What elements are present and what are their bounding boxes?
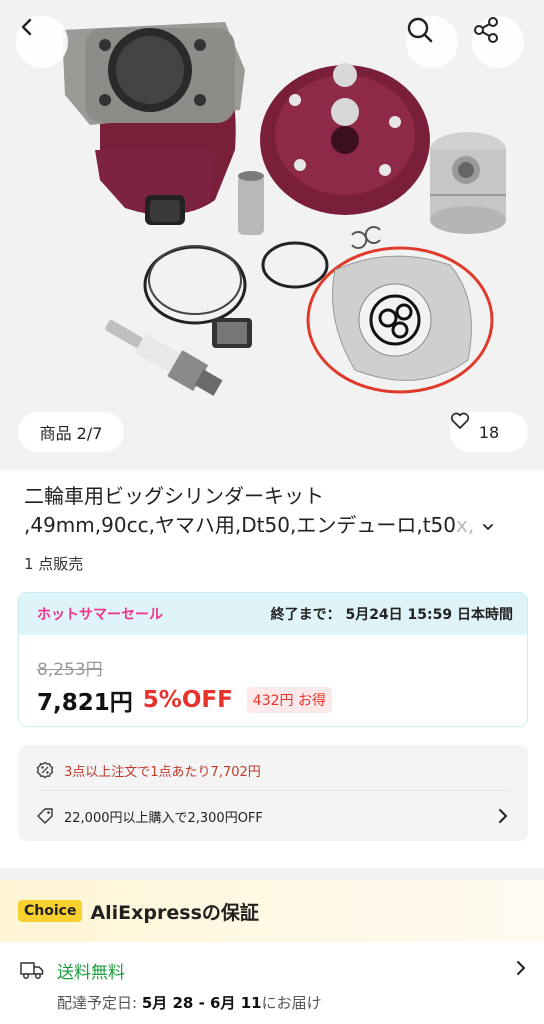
product-image-gallery[interactable]: 商品 2/7 18: [0, 0, 544, 470]
product-title[interactable]: 二輪車用ビッグシリンダーキット ,49mm,90cc,ヤマハ用,Dt50,エンデ…: [24, 482, 524, 540]
delivery-date-range: 5月 28 - 6月 11: [141, 994, 262, 1012]
coupon-box[interactable]: 3点以上注文で1点あたり7,702円 22,000円以上購入で2,300円OFF: [18, 745, 528, 841]
share-button[interactable]: [472, 16, 524, 68]
delivery-suffix: にお届け: [261, 994, 322, 1012]
delivery-prefix: 配達予定日:: [57, 994, 142, 1012]
tag-icon: [37, 808, 53, 824]
chevron-right-icon: [517, 961, 525, 975]
free-shipping-label: 送料無料: [57, 963, 125, 983]
guarantee-header: Choice AliExpressの保証: [0, 880, 544, 942]
price-row: 7,821円 5%OFF 432円 お得: [37, 683, 332, 717]
image-counter: 商品 2/7: [18, 412, 124, 452]
back-button[interactable]: [16, 16, 68, 68]
sale-price-box: ホットサマーセール 終了まで： 5月24日 15:59 日本時間 8,253円 …: [18, 592, 528, 727]
current-price: 7,821円: [37, 690, 133, 716]
threshold-coupon-row[interactable]: 22,000円以上購入で2,300円OFF: [18, 805, 528, 827]
product-photo: [62, 22, 506, 396]
gasket-set-part: [306, 246, 494, 394]
guarantee-title: AliExpressの保証: [90, 901, 259, 924]
shipping-row[interactable]: 送料無料 配達予定日: 5月 28 - 6月 11にお届け: [0, 948, 544, 1024]
original-price: 8,253円: [37, 660, 103, 680]
section-separator: [0, 868, 544, 880]
sale-countdown: 終了まで： 5月24日 15:59 日本時間: [270, 607, 513, 623]
cylinder-part: [62, 22, 245, 225]
bulk-discount-text: 3点以上注文で1点あたり7,702円: [64, 764, 261, 780]
bulk-discount-row: 3点以上注文で1点あたり7,702円: [18, 759, 528, 781]
product-title-line2: ,49mm,90cc,ヤマハ用,Dt50,エンデューロ,t50: [24, 513, 456, 537]
image-counter-text: 商品 2/7: [39, 424, 103, 443]
search-icon: [407, 17, 433, 43]
delivery-estimate: 配達予定日: 5月 28 - 6月 11にお届け: [57, 992, 322, 1013]
needle-bearing-part: [212, 318, 252, 348]
savings-badge: 432円 お得: [246, 687, 332, 713]
heart-icon: [450, 412, 470, 429]
coupon-divider: [38, 790, 510, 791]
threshold-coupon-text: 22,000円以上購入で2,300円OFF: [64, 810, 263, 826]
share-icon: [474, 17, 498, 43]
chevron-left-icon: [21, 18, 32, 36]
cylinder-head-part: [260, 63, 430, 215]
wishlist-button[interactable]: 18: [450, 412, 528, 452]
search-button[interactable]: [406, 16, 458, 68]
choice-badge: Choice: [18, 900, 83, 922]
sale-header: ホットサマーセール 終了まで： 5月24日 15:59 日本時間: [19, 593, 527, 635]
product-title-fade: x,: [455, 513, 475, 537]
product-title-line1: 二輪車用ビッグシリンダーキット: [24, 484, 324, 508]
piston-pin-part: [238, 171, 264, 235]
chevron-right-icon: [499, 809, 507, 823]
piston-part: [430, 132, 506, 234]
wishlist-count: 18: [478, 422, 500, 442]
chevron-down-icon[interactable]: [481, 520, 495, 534]
discount-percent: 5%OFF: [142, 687, 233, 713]
spark-plug-part: [105, 320, 223, 396]
piston-rings-part: [143, 241, 329, 325]
percent-badge-icon: [36, 761, 54, 779]
sale-tag: ホットサマーセール: [37, 607, 163, 623]
sold-count: 1 点販売: [24, 555, 84, 573]
truck-icon: [20, 962, 44, 979]
